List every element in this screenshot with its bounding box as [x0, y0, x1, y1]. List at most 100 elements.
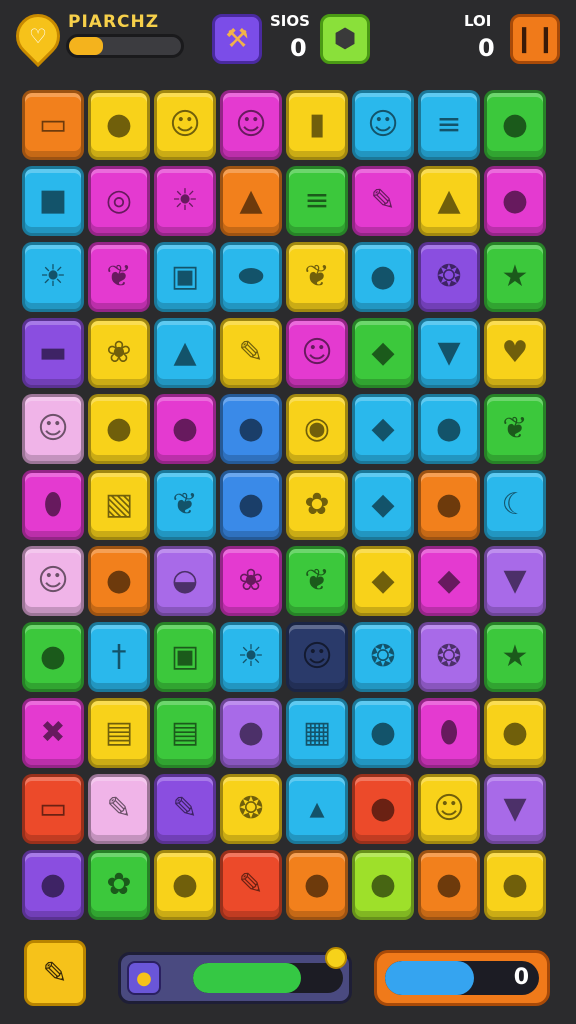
tile[interactable]: † — [88, 622, 150, 692]
potion-icon[interactable]: ● — [127, 961, 161, 995]
tile[interactable]: ◆ — [352, 318, 414, 388]
energy-knob[interactable] — [325, 947, 347, 969]
tile[interactable]: ❂ — [220, 774, 282, 844]
tile[interactable]: ❂ — [418, 242, 480, 312]
tile[interactable]: ❂ — [418, 622, 480, 692]
tile[interactable]: ✎ — [220, 850, 282, 920]
tile[interactable]: ■ — [22, 166, 84, 236]
tile[interactable]: ☀ — [154, 166, 216, 236]
tile[interactable]: ≡ — [286, 166, 348, 236]
tile[interactable]: ⬮ — [418, 698, 480, 768]
tile[interactable]: ▤ — [88, 698, 150, 768]
tile[interactable]: ☺ — [418, 774, 480, 844]
tile[interactable]: ⬮ — [22, 470, 84, 540]
pencil-button[interactable]: ✎ — [24, 940, 86, 1006]
tile[interactable]: ● — [352, 850, 414, 920]
tile[interactable]: ❂ — [352, 622, 414, 692]
tile[interactable]: ≡ — [418, 90, 480, 160]
tile[interactable]: ♥ — [484, 318, 546, 388]
tile[interactable]: ▮ — [286, 90, 348, 160]
apple-icon: ● — [369, 259, 397, 294]
tile[interactable]: ▼ — [484, 546, 546, 616]
tile[interactable]: ▬ — [22, 318, 84, 388]
tile[interactable]: ▲ — [418, 166, 480, 236]
tile[interactable]: ● — [22, 622, 84, 692]
tile[interactable]: ● — [484, 90, 546, 160]
tile[interactable]: ☀ — [220, 622, 282, 692]
note-icon: ≡ — [304, 183, 330, 218]
tile[interactable]: ☺ — [22, 394, 84, 464]
tile[interactable]: ☺ — [286, 318, 348, 388]
tile[interactable]: ◆ — [352, 394, 414, 464]
tile[interactable]: ● — [352, 774, 414, 844]
tile[interactable]: ▭ — [22, 90, 84, 160]
tile[interactable]: ❦ — [88, 242, 150, 312]
energy-track — [193, 963, 343, 993]
tile[interactable]: ● — [88, 546, 150, 616]
tile[interactable]: ✎ — [352, 166, 414, 236]
tile[interactable]: ● — [484, 698, 546, 768]
tile[interactable]: ❦ — [484, 394, 546, 464]
tile[interactable]: ● — [286, 850, 348, 920]
tile[interactable]: ● — [220, 470, 282, 540]
tile[interactable]: ● — [88, 394, 150, 464]
tile[interactable]: ☺ — [154, 90, 216, 160]
tile[interactable]: ● — [154, 394, 216, 464]
tile[interactable]: ● — [352, 698, 414, 768]
tile[interactable]: ❀ — [88, 318, 150, 388]
tile[interactable]: ✎ — [154, 774, 216, 844]
gem-button[interactable]: ⬢ — [320, 14, 370, 64]
tile[interactable]: ☺ — [286, 622, 348, 692]
tile[interactable]: ✎ — [220, 318, 282, 388]
tile[interactable]: ★ — [484, 622, 546, 692]
tile[interactable]: ● — [220, 394, 282, 464]
tile[interactable]: ✿ — [88, 850, 150, 920]
tile[interactable]: ● — [418, 470, 480, 540]
tile[interactable]: ❀ — [220, 546, 282, 616]
tile[interactable]: ▲ — [154, 318, 216, 388]
tile[interactable]: ▼ — [418, 318, 480, 388]
tile[interactable]: ◆ — [352, 546, 414, 616]
tile[interactable]: ▤ — [154, 698, 216, 768]
tile[interactable]: ▴ — [286, 774, 348, 844]
tile[interactable]: ● — [154, 850, 216, 920]
bell-icon: ◆ — [371, 335, 395, 370]
tile[interactable]: ☺ — [22, 546, 84, 616]
tile[interactable]: ❦ — [286, 546, 348, 616]
tile[interactable]: ❦ — [286, 242, 348, 312]
tile[interactable]: ● — [220, 698, 282, 768]
tile[interactable]: ● — [22, 850, 84, 920]
tile[interactable]: ● — [418, 850, 480, 920]
tile[interactable]: ● — [484, 166, 546, 236]
pause-button[interactable]: ❙❙ — [510, 14, 560, 64]
flower-icon: ✿ — [304, 487, 330, 522]
tile[interactable]: ☾ — [484, 470, 546, 540]
tile[interactable]: ● — [484, 850, 546, 920]
tile[interactable]: ✎ — [88, 774, 150, 844]
tile[interactable]: ☺ — [220, 90, 282, 160]
tile[interactable]: ❦ — [154, 470, 216, 540]
tile[interactable]: ☀ — [22, 242, 84, 312]
tile[interactable]: ▼ — [484, 774, 546, 844]
tile[interactable]: ☺ — [352, 90, 414, 160]
tile[interactable]: ▦ — [286, 698, 348, 768]
tile[interactable]: ● — [88, 90, 150, 160]
tile[interactable]: ◆ — [352, 470, 414, 540]
tile[interactable]: ★ — [484, 242, 546, 312]
tile[interactable]: ▧ — [88, 470, 150, 540]
heart-icon[interactable]: ♡ — [6, 4, 70, 68]
tile[interactable]: ◆ — [418, 546, 480, 616]
tile[interactable]: ◉ — [286, 394, 348, 464]
tile[interactable]: ◎ — [88, 166, 150, 236]
tile[interactable]: ▣ — [154, 622, 216, 692]
tile[interactable]: ◒ — [154, 546, 216, 616]
tile[interactable]: ▲ — [220, 166, 282, 236]
tile[interactable]: ▭ — [22, 774, 84, 844]
tile[interactable]: ● — [418, 394, 480, 464]
tile[interactable]: ▣ — [154, 242, 216, 312]
tile[interactable]: ⬬ — [220, 242, 282, 312]
hammer-button[interactable]: ⚒ — [212, 14, 262, 64]
tile[interactable]: ● — [352, 242, 414, 312]
tile[interactable]: ✿ — [286, 470, 348, 540]
tile[interactable]: ✖ — [22, 698, 84, 768]
